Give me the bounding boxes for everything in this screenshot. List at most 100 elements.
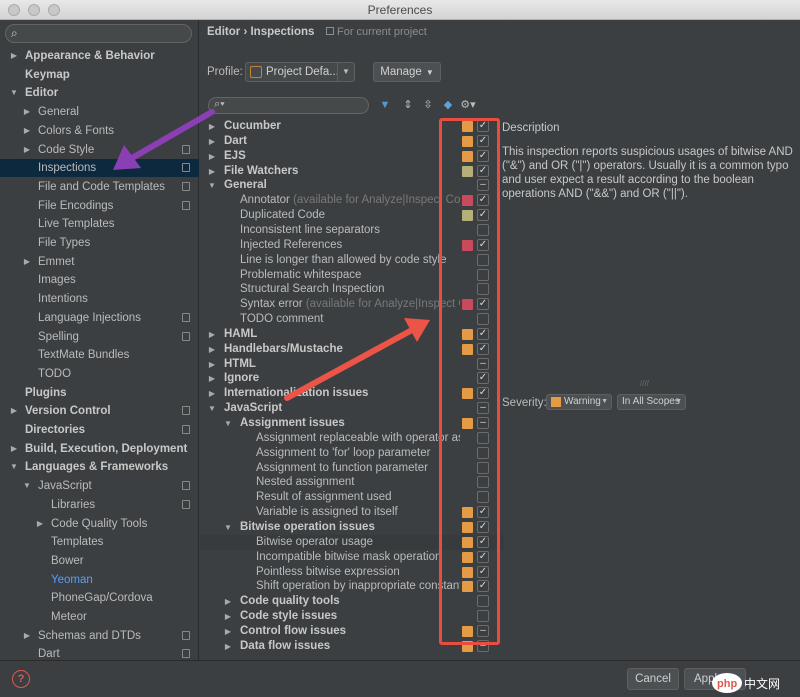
expand-arrow-right-icon[interactable]: ▶	[207, 357, 217, 372]
inspection-row[interactable]: ▼ General –	[200, 178, 496, 193]
inspection-row[interactable]: Assignment to 'for' loop parameter	[200, 446, 496, 461]
enabled-checkbox[interactable]: ✓	[477, 550, 489, 563]
expand-arrow-right-icon[interactable]: ▶	[9, 47, 19, 65]
enabled-checkbox[interactable]	[477, 253, 489, 266]
expand-arrow-right-icon[interactable]: ▶	[223, 609, 233, 624]
inspection-row[interactable]: Problematic whitespace	[200, 268, 496, 283]
enabled-checkbox[interactable]: ✓	[477, 535, 489, 548]
sidebar-item[interactable]: ▶ Code Style	[0, 141, 199, 159]
sidebar-item[interactable]: Spelling	[0, 328, 199, 346]
enabled-checkbox[interactable]: ✓	[477, 120, 489, 132]
sidebar-item[interactable]: Libraries	[0, 496, 199, 514]
settings-search-input[interactable]: ⌕	[5, 24, 192, 43]
sidebar-item[interactable]: TextMate Bundles	[0, 346, 199, 364]
expand-arrow-down-icon[interactable]: ▼	[223, 416, 233, 431]
chevron-down-icon[interactable]: ▼	[337, 63, 354, 81]
enabled-checkbox[interactable]: ✓	[477, 194, 489, 207]
expand-arrow-right-icon[interactable]: ▶	[207, 386, 217, 401]
enabled-checkbox[interactable]: –	[477, 417, 489, 429]
expand-arrow-right-icon[interactable]: ▶	[207, 119, 217, 134]
expand-arrow-down-icon[interactable]: ▼	[22, 477, 32, 495]
inspection-row[interactable]: Assignment to function parameter	[200, 461, 496, 476]
enabled-checkbox[interactable]: ✓	[477, 520, 489, 533]
expand-arrow-right-icon[interactable]: ▶	[9, 402, 19, 420]
inspection-row[interactable]: Duplicated Code ✓	[200, 208, 496, 223]
sidebar-item[interactable]: Language Injections	[0, 309, 199, 327]
expand-arrow-right-icon[interactable]: ▶	[207, 371, 217, 386]
enabled-checkbox[interactable]	[477, 595, 489, 608]
inspection-row[interactable]: ▶ Internationalization issues ✓	[200, 386, 496, 401]
inspection-row[interactable]: Syntax error (available for Analyze|Insp…	[200, 297, 496, 312]
inspection-row[interactable]: Bitwise operator usage ✓	[200, 534, 504, 550]
enabled-checkbox[interactable]: –	[477, 357, 489, 370]
enabled-checkbox[interactable]: –	[477, 624, 489, 637]
inspection-row[interactable]: ▶ File Watchers ✓	[200, 164, 496, 179]
enabled-checkbox[interactable]	[477, 313, 489, 326]
enabled-checkbox[interactable]: ✓	[477, 298, 489, 311]
help-button[interactable]: ?	[12, 670, 30, 688]
inspection-row[interactable]: Incompatible bitwise mask operation ✓	[200, 550, 496, 565]
sidebar-item[interactable]: File and Code Templates	[0, 178, 199, 196]
enabled-checkbox[interactable]: ✓	[477, 134, 489, 147]
enabled-checkbox[interactable]	[477, 491, 489, 504]
enabled-checkbox[interactable]: –	[477, 179, 489, 192]
cancel-button[interactable]: Cancel	[627, 668, 679, 690]
inspection-row[interactable]: ▶ Data flow issues –	[200, 639, 496, 654]
inspection-row[interactable]: TODO comment	[200, 312, 496, 327]
inspection-row[interactable]: Pointless bitwise expression ✓	[200, 565, 496, 580]
expand-arrow-right-icon[interactable]: ▶	[223, 624, 233, 639]
enabled-checkbox[interactable]	[477, 268, 489, 281]
expand-arrow-right-icon[interactable]: ▶	[22, 141, 32, 159]
inspection-row[interactable]: Variable is assigned to itself ✓	[200, 505, 496, 520]
sidebar-item[interactable]: Plugins	[0, 384, 199, 402]
expand-arrow-right-icon[interactable]: ▶	[207, 164, 217, 179]
inspection-row[interactable]: ▶ HTML –	[200, 357, 496, 372]
inspection-filter-input[interactable]: ⌕▾	[208, 97, 369, 114]
expand-arrow-down-icon[interactable]: ▼	[207, 401, 217, 416]
enabled-checkbox[interactable]: ✓	[477, 580, 489, 593]
enabled-checkbox[interactable]	[477, 446, 489, 459]
enabled-checkbox[interactable]: ✓	[477, 372, 489, 385]
sidebar-item[interactable]: Bower	[0, 552, 199, 570]
expand-arrow-down-icon[interactable]: ▼	[207, 178, 217, 193]
enabled-checkbox[interactable]: –	[477, 402, 489, 415]
inspection-row[interactable]: ▶ Handlebars/Mustache ✓	[200, 342, 496, 357]
enabled-checkbox[interactable]: ✓	[477, 164, 489, 177]
inspection-row[interactable]: Annotator (available for Analyze|Inspect…	[200, 193, 496, 208]
inspection-row[interactable]: ▼ JavaScript –	[200, 401, 496, 416]
filter-icon[interactable]: ▼	[378, 98, 392, 112]
expand-arrow-right-icon[interactable]: ▶	[223, 594, 233, 609]
sidebar-item[interactable]: Intentions	[0, 290, 199, 308]
inspection-row[interactable]: Inconsistent line separators	[200, 223, 496, 238]
inspection-row[interactable]: Shift operation by inappropriate constan…	[200, 579, 496, 594]
expand-arrow-right-icon[interactable]: ▶	[22, 122, 32, 140]
enabled-checkbox[interactable]: ✓	[477, 506, 489, 519]
enabled-checkbox[interactable]: ✓	[477, 342, 489, 355]
expand-arrow-down-icon[interactable]: ▼	[9, 458, 19, 476]
inspection-row[interactable]: ▶ EJS ✓	[200, 149, 496, 164]
severity-dropdown[interactable]: Warning ▼	[546, 394, 612, 410]
sidebar-item[interactable]: Images	[0, 271, 199, 289]
sidebar-item[interactable]: ▼ JavaScript	[0, 477, 199, 495]
expand-arrow-down-icon[interactable]: ▼	[9, 84, 19, 102]
inspection-row[interactable]: Assignment replaceable with operator ass…	[200, 431, 496, 446]
sidebar-item[interactable]: ▶ Emmet	[0, 253, 199, 271]
enabled-checkbox[interactable]	[477, 610, 489, 623]
enabled-checkbox[interactable]: ✓	[477, 209, 489, 222]
expand-arrow-down-icon[interactable]: ▼	[223, 520, 233, 535]
inspection-row[interactable]: ▶ Ignore ✓	[200, 371, 496, 386]
inspection-row[interactable]: ▶ Code quality tools	[200, 594, 496, 609]
sidebar-item[interactable]: ▶ Code Quality Tools	[0, 515, 199, 533]
inspection-row[interactable]: ▶ HAML ✓	[200, 327, 496, 342]
expand-arrow-right-icon[interactable]: ▶	[22, 103, 32, 121]
collapse-all-icon[interactable]: ⇳	[421, 98, 435, 112]
sidebar-item[interactable]: Yeoman	[0, 571, 199, 589]
sidebar-item[interactable]: Inspections	[0, 159, 199, 178]
expand-arrow-right-icon[interactable]: ▶	[22, 627, 32, 645]
expand-arrow-right-icon[interactable]: ▶	[207, 342, 217, 357]
enabled-checkbox[interactable]: ✓	[477, 565, 489, 578]
scope-dropdown[interactable]: In All Scopes ▼	[617, 394, 686, 410]
inspection-row[interactable]: Line is longer than allowed by code styl…	[200, 253, 496, 268]
enabled-checkbox[interactable]	[477, 223, 489, 236]
inspection-row[interactable]: ▶ Cucumber ✓	[200, 119, 496, 134]
